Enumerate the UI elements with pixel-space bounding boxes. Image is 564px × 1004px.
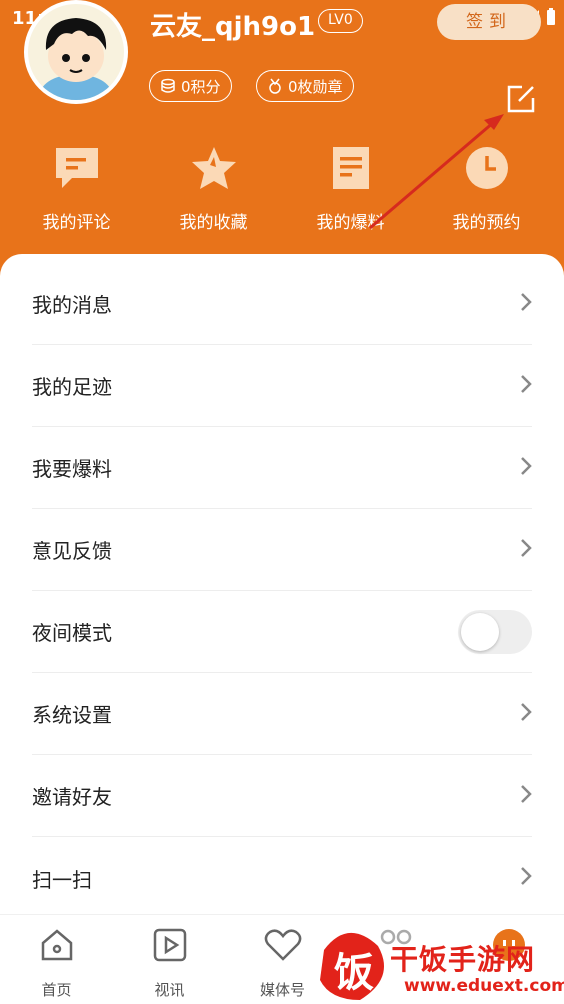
menu-item-label: 夜间模式 (32, 621, 112, 645)
menu-item-scan[interactable]: 扫一扫 (32, 837, 532, 919)
menu-item-messages[interactable]: 我的消息 (32, 263, 532, 345)
menu-item-label: 邀请好友 (32, 785, 112, 809)
annotation-arrow (369, 114, 504, 230)
toggle-knob (461, 612, 499, 651)
chevron-right-icon (520, 866, 532, 890)
menu-item-submit-tip[interactable]: 我要爆料 (32, 427, 532, 509)
tab-home[interactable]: 首页 (0, 925, 113, 1000)
watermark-url: www.eduext.com (404, 976, 564, 996)
chevron-right-icon (520, 784, 532, 808)
home-icon (0, 925, 113, 965)
tab-video[interactable]: 视讯 (113, 925, 226, 1000)
video-icon (113, 925, 226, 965)
menu-item-label: 意见反馈 (32, 539, 112, 563)
chevron-right-icon (520, 374, 532, 398)
chevron-right-icon (520, 456, 532, 480)
tab-label: 首页 (41, 981, 72, 999)
menu-item-label: 扫一扫 (32, 867, 92, 892)
menu-item-label: 系统设置 (32, 703, 112, 727)
menu-item-history[interactable]: 我的足迹 (32, 345, 532, 427)
menu-item-label: 我的足迹 (32, 375, 112, 399)
menu-item-night-mode: 夜间模式 (32, 591, 532, 673)
watermark-title: 干饭手游网 (390, 943, 536, 976)
menu-item-label: 我的消息 (32, 293, 112, 317)
menu-item-invite[interactable]: 邀请好友 (32, 755, 532, 837)
watermark-glyph: 饭 (334, 950, 374, 996)
menu-item-feedback[interactable]: 意见反馈 (32, 509, 532, 591)
chevron-right-icon (520, 702, 532, 726)
chevron-right-icon (520, 292, 532, 316)
menu-item-settings[interactable]: 系统设置 (32, 673, 532, 755)
menu-item-label: 我要爆料 (32, 457, 112, 481)
tab-label: 视讯 (154, 981, 185, 999)
night-mode-toggle[interactable] (458, 609, 532, 654)
chevron-right-icon (520, 538, 532, 562)
